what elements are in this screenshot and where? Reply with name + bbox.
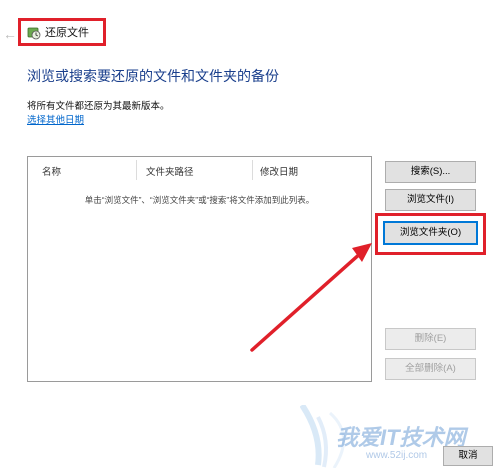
page-heading: 浏览或搜索要还原的文件和文件夹的备份 (27, 68, 279, 84)
delete-button[interactable]: 删除(E) (385, 328, 476, 350)
empty-list-hint: 单击“浏览文件”、“浏览文件夹”或“搜索”将文件添加到此列表。 (84, 195, 315, 205)
back-arrow-icon[interactable]: ← (3, 27, 17, 41)
file-list[interactable]: 名称 文件夹路径 修改日期 单击“浏览文件”、“浏览文件夹”或“搜索”将文件添加… (27, 156, 372, 382)
column-separator (252, 160, 253, 180)
browse-folder-highlight-annotation (375, 213, 486, 255)
choose-other-date-link[interactable]: 选择其他日期 (27, 112, 84, 126)
column-header-modified-date[interactable]: 修改日期 (260, 164, 298, 178)
search-button[interactable]: 搜索(S)... (385, 161, 476, 183)
watermark-url: www.52ij.com (366, 450, 428, 461)
browse-files-button[interactable]: 浏览文件(I) (385, 189, 476, 211)
column-header-name[interactable]: 名称 (42, 164, 61, 178)
restore-latest-text: 将所有文件都还原为其最新版本。 (27, 101, 170, 112)
delete-all-button[interactable]: 全部删除(A) (385, 358, 476, 380)
cancel-button[interactable]: 取消 (443, 446, 493, 466)
restore-files-icon (27, 26, 41, 40)
column-header-folder-path[interactable]: 文件夹路径 (146, 164, 194, 178)
window-title: 还原文件 (45, 27, 89, 39)
column-separator (136, 160, 137, 180)
